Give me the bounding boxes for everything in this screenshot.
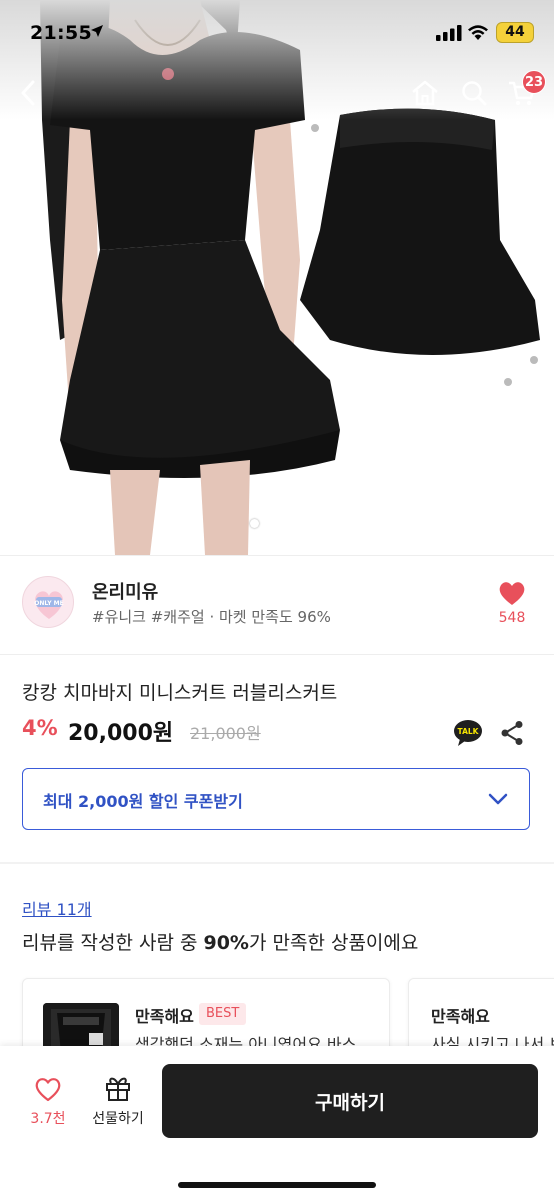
chevron-left-icon[interactable] xyxy=(14,78,44,108)
cart-count-badge: 23 xyxy=(522,70,546,94)
seller-tags: #유니크 #캐주얼 · 마켓 만족도 96% xyxy=(92,608,331,626)
seller-name[interactable]: 온리미유 xyxy=(92,578,158,604)
battery-indicator: 44 xyxy=(496,22,534,43)
home-icon[interactable] xyxy=(410,78,440,108)
review-satisfaction-percent: 90% xyxy=(203,932,249,954)
best-badge: BEST xyxy=(199,1003,247,1025)
gift-icon[interactable] xyxy=(104,1074,132,1102)
original-price: 21,000원 xyxy=(190,724,261,743)
coupon-label: 최대 2,000원 할인 쿠폰받기 xyxy=(43,792,243,811)
chevron-down-icon xyxy=(488,793,508,805)
status-bar: 21:55 44 xyxy=(0,0,554,66)
svg-text:ONLY ME: ONLY ME xyxy=(34,600,64,607)
coupon-download-button[interactable]: 최대 2,000원 할인 쿠폰받기 xyxy=(22,768,530,830)
review-count-link[interactable]: 리뷰 11개 xyxy=(22,896,92,920)
seller-like-count: 548 xyxy=(498,610,526,626)
seller-logo-icon: ONLY ME xyxy=(34,591,64,619)
share-icon[interactable] xyxy=(500,720,524,746)
wifi-icon xyxy=(468,25,488,40)
seller-row[interactable]: ONLY ME 온리미유 #유니크 #캐주얼 · 마켓 만족도 96% 548 xyxy=(0,556,554,654)
heart-icon[interactable] xyxy=(498,580,526,606)
review-title: 만족해요 xyxy=(431,1007,490,1026)
search-icon[interactable] xyxy=(459,78,489,108)
gift-label[interactable]: 선물하기 xyxy=(84,1108,152,1128)
sale-price: 20,000원 xyxy=(68,721,174,746)
seller-avatar[interactable]: ONLY ME xyxy=(22,576,74,628)
status-time: 21:55 xyxy=(30,22,92,44)
cellular-signal-icon xyxy=(436,25,462,41)
discount-rate: 4% xyxy=(22,716,58,740)
product-image-carousel[interactable]: 21:55 44 23 xyxy=(0,0,554,555)
heart-outline-icon[interactable] xyxy=(34,1076,62,1102)
review-summary: 리뷰를 작성한 사람 중 90%가 만족한 상품이에요 xyxy=(22,928,418,955)
wishlist-count: 3.7천 xyxy=(30,1111,66,1127)
bottom-action-bar: 3.7천 선물하기 구매하기 xyxy=(0,1046,554,1200)
location-arrow-icon xyxy=(91,25,103,37)
kakaotalk-chat-icon[interactable]: TALK xyxy=(453,719,483,747)
review-summary-suffix: 가 만족한 상품이에요 xyxy=(248,932,419,954)
buy-button[interactable]: 구매하기 xyxy=(162,1064,538,1138)
carousel-page-indicator xyxy=(250,519,259,528)
divider xyxy=(0,654,554,655)
section-divider xyxy=(0,862,554,864)
product-title: 캉캉 치마바지 미니스커트 러블리스커트 xyxy=(22,682,338,704)
svg-text:TALK: TALK xyxy=(458,727,480,736)
review-summary-prefix: 리뷰를 작성한 사람 중 xyxy=(22,932,204,954)
review-title: 만족해요 xyxy=(135,1007,194,1026)
home-indicator[interactable] xyxy=(178,1182,376,1188)
battery-level: 44 xyxy=(505,24,525,40)
